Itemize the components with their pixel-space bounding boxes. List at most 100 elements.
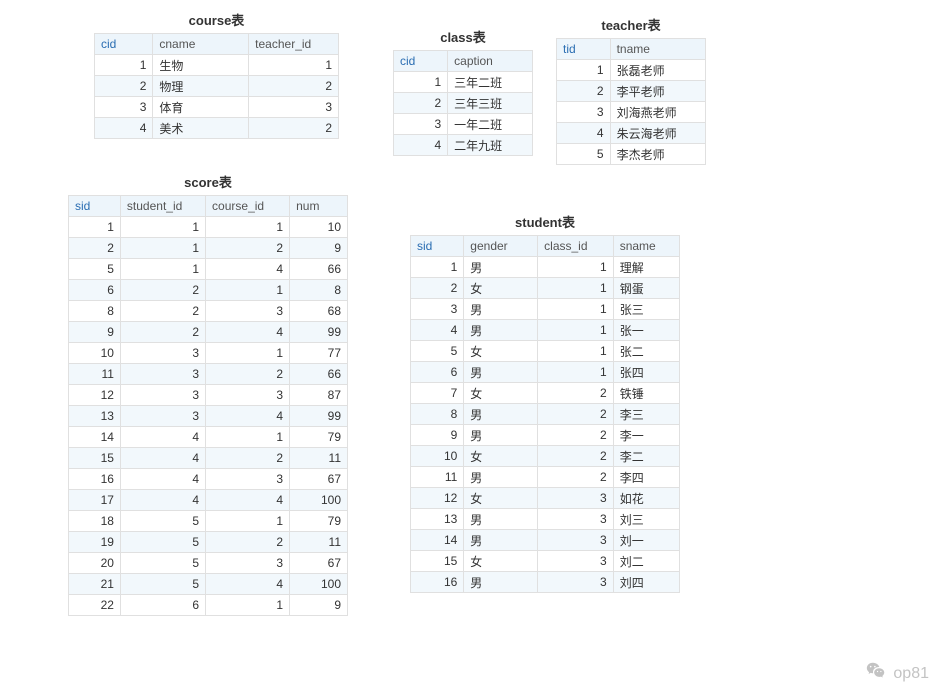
- table-cell: 男: [464, 362, 538, 383]
- table-row: 2129: [69, 238, 348, 259]
- score-header-student_id: student_id: [120, 196, 205, 217]
- table-cell: 铁锤: [613, 383, 679, 404]
- table-cell: 6: [120, 595, 205, 616]
- table-cell: 钢蛋: [613, 278, 679, 299]
- table-cell: 79: [290, 511, 348, 532]
- table-cell: 67: [290, 469, 348, 490]
- table-cell: 14: [69, 427, 121, 448]
- student-header-sname: sname: [613, 236, 679, 257]
- table-cell: 男: [464, 425, 538, 446]
- table-cell: 1: [206, 427, 290, 448]
- table-cell: 男: [464, 257, 538, 278]
- table-cell: 1: [557, 60, 611, 81]
- table-cell: 1: [538, 362, 614, 383]
- table-cell: 生物: [153, 55, 249, 76]
- table-cell: 1: [69, 217, 121, 238]
- table-cell: 4: [206, 406, 290, 427]
- table-row: 4美术2: [95, 118, 339, 139]
- teacher-header-tid: tid: [557, 39, 611, 60]
- table-cell: 5: [69, 259, 121, 280]
- table-row: 6218: [69, 280, 348, 301]
- table-cell: 19: [69, 532, 121, 553]
- table-cell: 刘三: [613, 509, 679, 530]
- table-cell: 100: [290, 490, 348, 511]
- table-row: 113266: [69, 364, 348, 385]
- table-cell: 67: [290, 553, 348, 574]
- table-cell: 1: [538, 320, 614, 341]
- table-row: 8男2李三: [411, 404, 680, 425]
- table-cell: 1: [120, 238, 205, 259]
- table-row: 1744100: [69, 490, 348, 511]
- table-row: 6男1张四: [411, 362, 680, 383]
- table-row: 10女2李二: [411, 446, 680, 467]
- table-row: 2154100: [69, 574, 348, 595]
- table-row: 2女1钢蛋: [411, 278, 680, 299]
- table-cell: 2: [95, 76, 153, 97]
- table-cell: 1: [538, 278, 614, 299]
- table-cell: 9: [69, 322, 121, 343]
- table-cell: 3: [538, 509, 614, 530]
- table-cell: 2: [206, 238, 290, 259]
- student-table-block: student表 sidgenderclass_idsname1男1理解2女1钢…: [410, 210, 680, 593]
- table-cell: 1: [95, 55, 153, 76]
- table-row: 103177: [69, 343, 348, 364]
- table-row: 4男1张一: [411, 320, 680, 341]
- course-header-cid: cid: [95, 34, 153, 55]
- table-row: 15女3刘二: [411, 551, 680, 572]
- table-cell: 66: [290, 364, 348, 385]
- table-cell: 4: [394, 135, 448, 156]
- table-cell: 男: [464, 404, 538, 425]
- table-cell: 77: [290, 343, 348, 364]
- table-row: 3刘海燕老师: [557, 102, 706, 123]
- class-header-caption: caption: [448, 51, 533, 72]
- table-row: 1生物1: [95, 55, 339, 76]
- table-cell: 男: [464, 467, 538, 488]
- table-row: 1张磊老师: [557, 60, 706, 81]
- table-cell: 2: [538, 446, 614, 467]
- table-cell: 1: [394, 72, 448, 93]
- table-row: 22619: [69, 595, 348, 616]
- table-cell: 如花: [613, 488, 679, 509]
- teacher-table: tidtname1张磊老师2李平老师3刘海燕老师4朱云海老师5李杰老师: [556, 38, 706, 165]
- wechat-watermark: op81: [865, 660, 929, 687]
- table-cell: 4: [206, 574, 290, 595]
- table-cell: 5: [557, 144, 611, 165]
- table-cell: 二年九班: [448, 135, 533, 156]
- table-cell: 男: [464, 320, 538, 341]
- table-cell: 女: [464, 341, 538, 362]
- table-cell: 5: [120, 574, 205, 595]
- table-cell: 张二: [613, 341, 679, 362]
- table-row: 5女1张二: [411, 341, 680, 362]
- table-cell: 2: [538, 467, 614, 488]
- table-cell: 11: [290, 448, 348, 469]
- table-row: 92499: [69, 322, 348, 343]
- table-cell: 2: [249, 118, 339, 139]
- table-cell: 3: [120, 385, 205, 406]
- table-cell: 1: [538, 257, 614, 278]
- table-row: 205367: [69, 553, 348, 574]
- table-cell: 3: [206, 385, 290, 406]
- table-cell: 1: [411, 257, 464, 278]
- table-cell: 刘四: [613, 572, 679, 593]
- table-cell: 3: [557, 102, 611, 123]
- table-cell: 5: [411, 341, 464, 362]
- table-cell: 1: [206, 217, 290, 238]
- table-cell: 张三: [613, 299, 679, 320]
- table-cell: 3: [120, 406, 205, 427]
- table-row: 14男3刘一: [411, 530, 680, 551]
- table-row: 11男2李四: [411, 467, 680, 488]
- table-row: 133499: [69, 406, 348, 427]
- table-cell: 3: [120, 364, 205, 385]
- table-cell: 一年二班: [448, 114, 533, 135]
- table-cell: 11: [69, 364, 121, 385]
- table-cell: 79: [290, 427, 348, 448]
- table-cell: 男: [464, 509, 538, 530]
- table-cell: 2: [411, 278, 464, 299]
- table-cell: 10: [411, 446, 464, 467]
- table-cell: 女: [464, 446, 538, 467]
- table-row: 16男3刘四: [411, 572, 680, 593]
- table-cell: 李平老师: [610, 81, 705, 102]
- table-cell: 女: [464, 551, 538, 572]
- table-cell: 5: [120, 553, 205, 574]
- table-cell: 99: [290, 322, 348, 343]
